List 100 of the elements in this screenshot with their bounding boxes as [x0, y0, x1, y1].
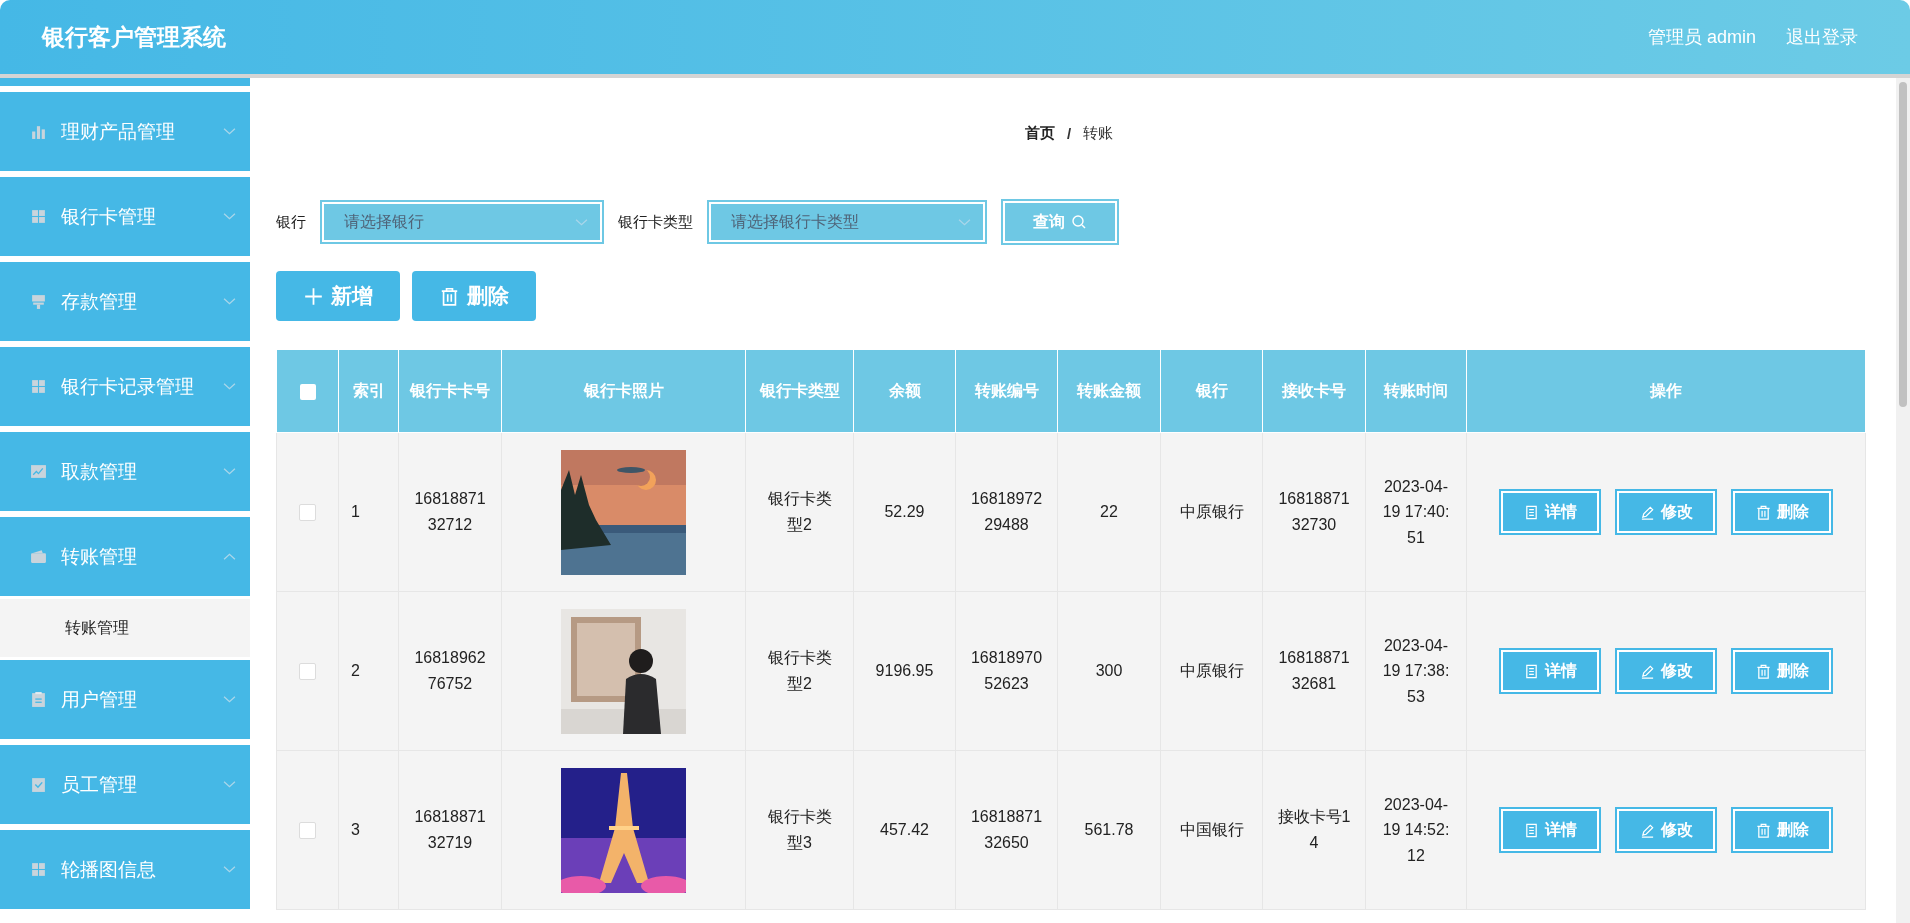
column-header: 转账编号 — [955, 349, 1058, 433]
table-cell: 银行卡类型2 — [745, 591, 854, 751]
table-cell: 1681887132650 — [955, 750, 1058, 910]
chevron-icon — [223, 297, 236, 306]
detail-button[interactable]: 详情 — [1501, 491, 1599, 533]
select-field[interactable]: 请选择银行 — [322, 202, 602, 242]
clipboard-icon — [30, 691, 47, 708]
table-cell: 3 — [338, 750, 399, 910]
table-cell: 300 — [1057, 591, 1161, 751]
document-icon — [1523, 822, 1539, 838]
clipboard-check-icon — [30, 776, 47, 793]
table-cell: 银行卡类型3 — [745, 750, 854, 910]
edit-button[interactable]: 修改 — [1617, 650, 1715, 692]
detail-button[interactable]: 详情 — [1501, 809, 1599, 851]
table-cell: 1681887132681 — [1262, 591, 1366, 751]
table-cell: 2 — [338, 591, 399, 751]
chevron-icon — [223, 865, 236, 874]
sidebar-item[interactable]: 存款管理 — [0, 259, 250, 344]
chevron-icon — [223, 382, 236, 391]
column-header: 银行卡照片 — [501, 349, 746, 433]
bar-chart-icon — [30, 123, 47, 140]
logout-link[interactable]: 退出登录 — [1786, 25, 1858, 49]
app-title: 银行客户管理系统 — [42, 22, 226, 52]
table-cell: 银行卡类型2 — [745, 432, 854, 592]
breadcrumb-link[interactable]: 首页 — [1024, 124, 1055, 143]
chevron-icon — [223, 467, 236, 476]
breadcrumb-current: 转账 — [1083, 124, 1114, 143]
document-icon — [1523, 504, 1539, 520]
table-cell: 中原银行 — [1160, 432, 1263, 592]
column-header: 余额 — [853, 349, 956, 433]
user-name: 管理员 admin — [1647, 26, 1756, 49]
table-cell: 2023-04-19 17:38:53 — [1365, 591, 1467, 751]
table-cell: 2023-04-19 17:40:51 — [1365, 432, 1467, 592]
wallet-icon — [30, 548, 47, 565]
grid-icon — [30, 208, 47, 225]
sidebar-item[interactable]: 轮播图信息 — [0, 827, 250, 912]
delete-button[interactable]: 删除 — [1733, 650, 1831, 692]
table-cell: 457.42 — [853, 750, 956, 910]
sidebar-item[interactable]: 银行卡记录管理 — [0, 344, 250, 429]
chevron-icon — [575, 217, 588, 227]
filter-label: 银行 — [276, 212, 306, 232]
chevron-icon — [223, 552, 236, 561]
table-cell: 9196.95 — [853, 591, 956, 751]
edit-button[interactable]: 修改 — [1617, 809, 1715, 851]
grid-icon — [30, 378, 47, 395]
trash-icon — [1755, 504, 1771, 520]
sidebar-item[interactable]: 用户管理 — [0, 657, 250, 742]
sidebar-item[interactable]: 员工管理 — [0, 742, 250, 827]
add-button[interactable]: 新增 — [276, 271, 400, 321]
plus-icon — [303, 286, 323, 306]
grid-icon — [30, 861, 47, 878]
row-checkbox[interactable] — [299, 504, 316, 522]
column-header: 操作 — [1466, 349, 1866, 433]
column-header: 转账时间 — [1365, 349, 1467, 433]
table-cell: 1681887132712 — [398, 432, 502, 592]
table-cell: 22 — [1057, 432, 1161, 592]
table-cell: 接收卡号14 — [1262, 750, 1366, 910]
delete-button[interactable]: 删除 — [412, 271, 536, 321]
edit-button[interactable]: 修改 — [1617, 491, 1715, 533]
delete-button[interactable]: 删除 — [1733, 491, 1831, 533]
pencil-icon — [1639, 822, 1655, 838]
sidebar-item[interactable]: 取款管理 — [0, 429, 250, 514]
table-cell: 1681887132730 — [1262, 432, 1366, 592]
trash-icon — [1755, 822, 1771, 838]
trash-icon — [439, 286, 459, 306]
chevron-icon — [223, 695, 236, 704]
column-header: 接收卡号 — [1262, 349, 1366, 433]
search-button[interactable]: 查询 — [1003, 201, 1117, 243]
sidebar-item[interactable]: 转账管理 — [0, 514, 250, 599]
scrollbar[interactable] — [1896, 78, 1910, 923]
column-header: 银行 — [1160, 349, 1263, 433]
sidebar-item[interactable]: 银行卡管理 — [0, 174, 250, 259]
chevron-icon — [223, 127, 236, 136]
column-header: 索引 — [338, 349, 399, 433]
column-header: 转账金额 — [1057, 349, 1161, 433]
detail-button[interactable]: 详情 — [1501, 650, 1599, 692]
chevron-icon — [223, 212, 236, 221]
table-cell: 52.29 — [853, 432, 956, 592]
table-cell: 1681897229488 — [955, 432, 1058, 592]
table-cell: 1681897052623 — [955, 591, 1058, 751]
table-cell: 1 — [338, 432, 399, 592]
sidebar-item[interactable]: 理财产品管理 — [0, 89, 250, 174]
document-icon — [1523, 663, 1539, 679]
search-icon — [1071, 214, 1087, 230]
column-header: 银行卡卡号 — [398, 349, 502, 433]
select-all-checkbox[interactable] — [299, 383, 316, 400]
table-cell: 1681887132719 — [398, 750, 502, 910]
pencil-icon — [1639, 504, 1655, 520]
breadcrumb-separator: / — [1066, 125, 1072, 142]
select-field[interactable]: 请选择银行卡类型 — [709, 202, 985, 242]
row-checkbox[interactable] — [299, 663, 316, 681]
table-cell: 2023-04-19 14:52:12 — [1365, 750, 1467, 910]
submenu-item[interactable]: 转账管理 — [0, 599, 250, 657]
delete-button[interactable]: 删除 — [1733, 809, 1831, 851]
line-chart-icon — [30, 463, 47, 480]
pennant-icon — [30, 293, 47, 310]
table-cell: 561.78 — [1057, 750, 1161, 910]
chevron-icon — [223, 780, 236, 789]
table-cell: 中国银行 — [1160, 750, 1263, 910]
row-checkbox[interactable] — [299, 822, 316, 840]
